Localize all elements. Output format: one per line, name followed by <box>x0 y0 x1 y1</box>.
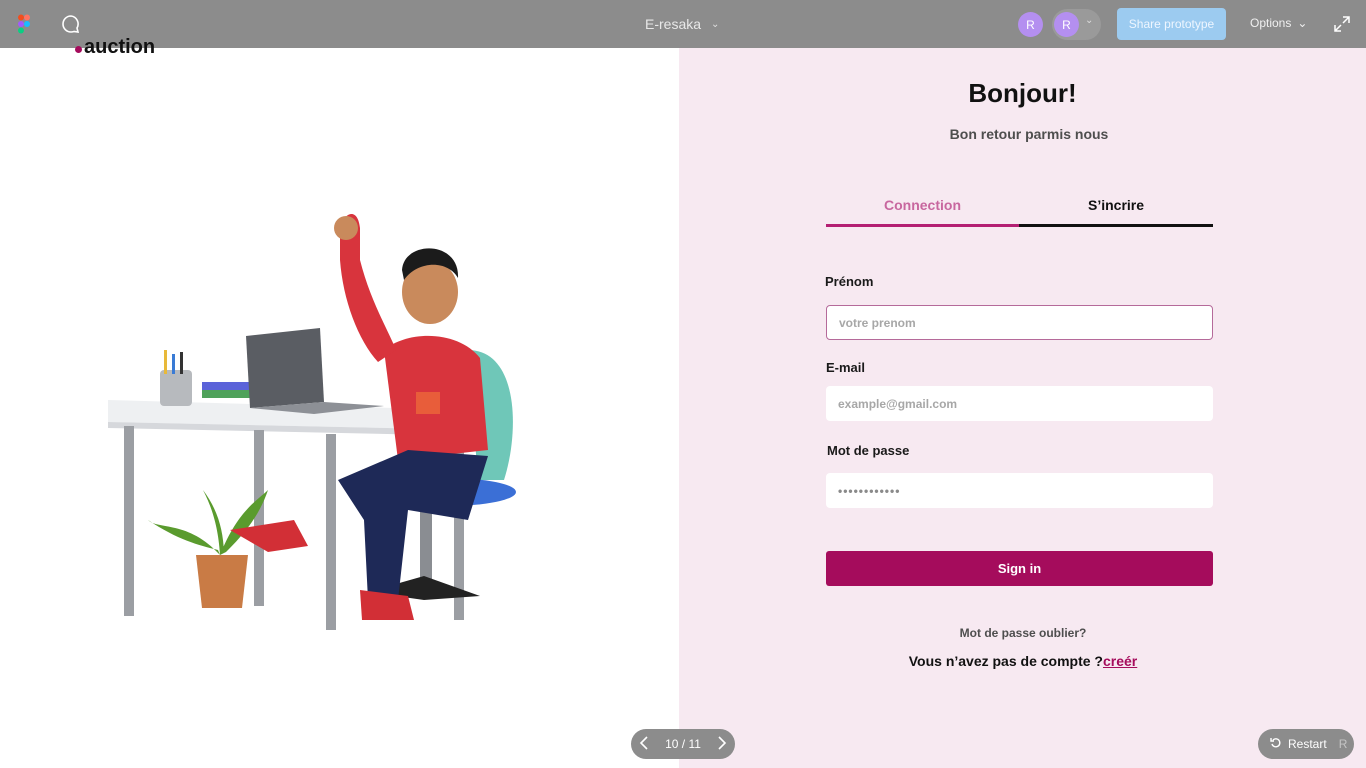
figma-logo-icon[interactable] <box>12 12 36 36</box>
chevron-right-icon[interactable] <box>717 735 727 753</box>
greeting-subtitle: Bon retour parmis nous <box>949 126 1109 142</box>
auth-tabs: Connection S’incrire <box>826 193 1213 227</box>
prototype-toolbar: E-resaka ⌄ R R ⌄ Share prototype Options… <box>0 0 1366 48</box>
chevron-down-icon: ⌄ <box>711 18 720 30</box>
email-input[interactable] <box>826 386 1213 421</box>
greeting-heading: Bonjour! <box>968 78 1077 108</box>
forgot-password-link[interactable]: Mot de passe oublier? <box>687 626 1359 640</box>
file-title[interactable]: E-resaka ⌄ <box>645 16 719 32</box>
expand-icon[interactable] <box>1332 14 1352 34</box>
tab-connection[interactable]: Connection <box>826 193 1019 227</box>
chevron-down-icon[interactable]: ⌄ <box>1085 15 1093 26</box>
restart-label: Restart <box>1288 737 1327 751</box>
options-label: Options <box>1250 16 1292 30</box>
avatar[interactable]: R <box>1054 12 1079 37</box>
email-label: E-mail <box>826 360 866 375</box>
logo-dot <box>75 46 82 53</box>
chevron-left-icon[interactable] <box>639 735 649 753</box>
comment-icon[interactable] <box>59 12 83 36</box>
firstname-input[interactable] <box>826 305 1213 340</box>
firstname-label: Prénom <box>825 274 874 289</box>
chevron-down-icon: ⌄ <box>1297 16 1308 30</box>
password-label: Mot de passe <box>827 443 910 458</box>
tab-sinscrire[interactable]: S’incrire <box>1019 193 1213 227</box>
logo: auction <box>75 36 155 59</box>
auth-panel: Bonjour! Bon retour parmis nous Connecti… <box>679 48 1366 768</box>
hero-illustration <box>108 100 550 660</box>
restart-shortcut: R <box>1338 737 1348 751</box>
share-prototype-button[interactable]: Share prototype <box>1117 8 1226 40</box>
slide-pager: 10 / 11 <box>631 729 735 759</box>
file-title-text: E-resaka <box>645 16 702 32</box>
avatar[interactable]: R <box>1018 12 1043 37</box>
no-account-label: Vous n’avez pas de compte ? <box>908 653 1103 669</box>
logo-text: auction <box>84 36 156 58</box>
options-button[interactable]: Options ⌄ <box>1250 16 1307 30</box>
restart-icon <box>1270 737 1282 752</box>
sign-in-button[interactable]: Sign in <box>826 551 1213 586</box>
no-account-text: Vous n’avez pas de compte ?creér <box>687 653 1359 669</box>
page-indicator: 10 / 11 <box>665 737 701 751</box>
password-input[interactable]: •••••••••••• <box>826 473 1213 508</box>
create-account-link[interactable]: creér <box>1103 653 1137 669</box>
restart-button[interactable]: Restart R <box>1258 729 1354 759</box>
password-value: •••••••••••• <box>838 483 901 498</box>
